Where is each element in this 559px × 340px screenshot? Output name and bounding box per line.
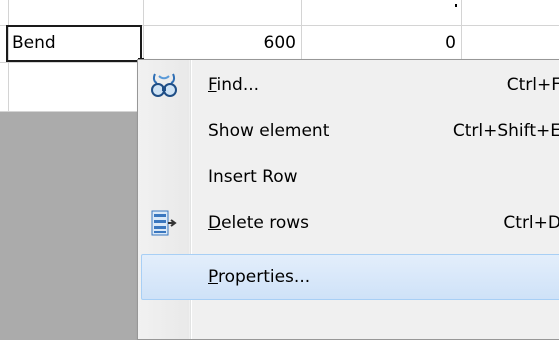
- delete-rows-icon: [151, 210, 177, 236]
- menu-item-delete-rows[interactable]: Delete rows Ctrl+D: [141, 200, 559, 246]
- menu-item-label: Properties...: [208, 267, 311, 287]
- menu-item-label: Show element: [208, 121, 330, 141]
- menu-item-shortcut: Ctrl+D: [503, 213, 559, 233]
- grid-line: [143, 0, 144, 62]
- menu-item-shortcut: Ctrl+Shift+E: [452, 121, 559, 141]
- grid-line: [301, 0, 302, 62]
- grid-line: [461, 0, 462, 62]
- menu-item-label: Insert Row: [208, 167, 298, 187]
- menu-item-insert-row[interactable]: Insert Row: [141, 154, 559, 200]
- menu-item-label: Delete rows: [208, 213, 310, 233]
- menu-item-show-element[interactable]: Show element Ctrl+Shift+E: [141, 108, 559, 154]
- grid-line: [0, 111, 140, 112]
- selected-cell-border: [6, 25, 142, 62]
- cell-fragment: [455, 4, 457, 7]
- binoculars-icon: [151, 73, 177, 97]
- menu-item-properties[interactable]: Properties...: [141, 254, 559, 300]
- grid-cell-value2[interactable]: 0: [304, 28, 456, 58]
- menu-item-label: Find...: [208, 75, 260, 95]
- menu-item-find[interactable]: Find... Ctrl+F: [141, 62, 559, 108]
- context-menu: Find... Ctrl+F Show element Ctrl+Shift+E…: [137, 59, 559, 340]
- menu-item-shortcut: Ctrl+F: [506, 75, 559, 95]
- empty-grid-area: [0, 112, 140, 340]
- grid-cell-value1[interactable]: 600: [146, 28, 296, 58]
